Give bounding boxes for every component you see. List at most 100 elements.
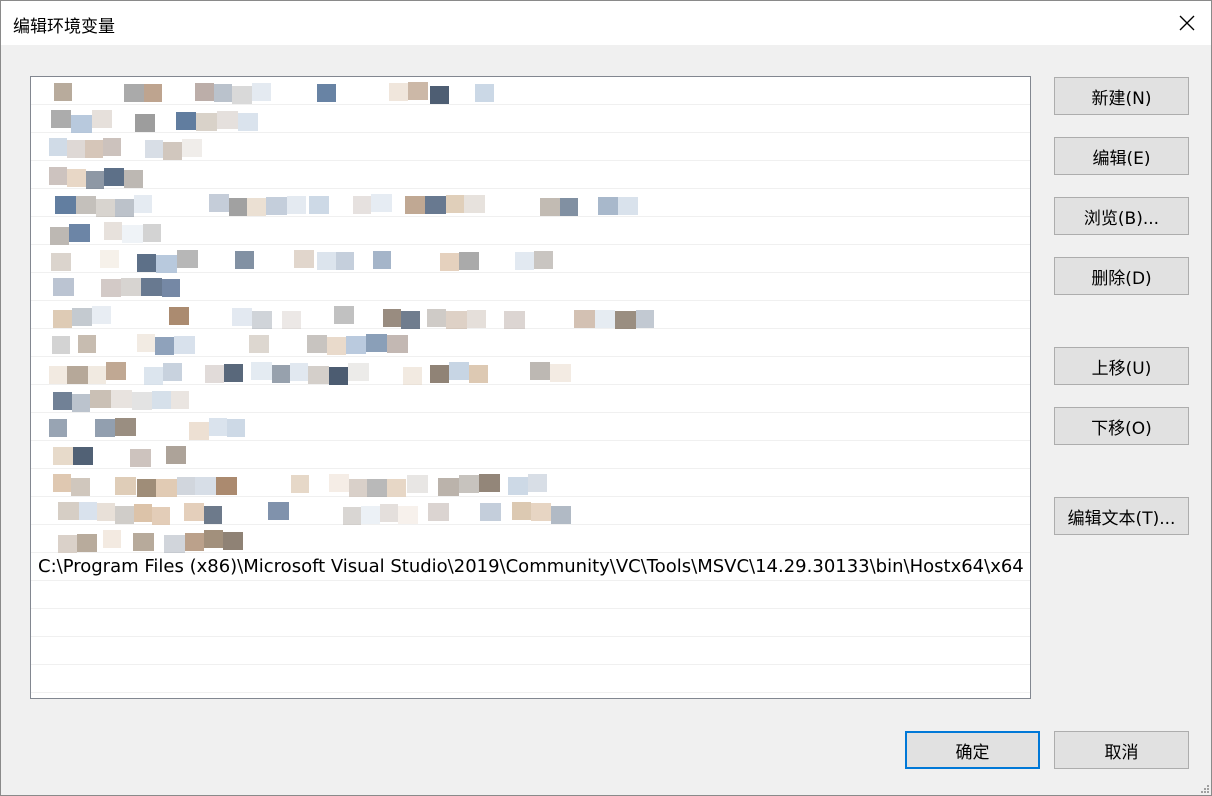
redacted-entry[interactable] xyxy=(31,357,1030,385)
pixel-block xyxy=(52,336,70,354)
pixel-block xyxy=(560,198,578,216)
pixel-block xyxy=(367,479,387,497)
redacted-entry[interactable] xyxy=(31,301,1030,329)
list-item[interactable]: C:\Program Files (x86)\Microsoft Visual … xyxy=(31,553,1030,581)
title-bar: 编辑环境变量 xyxy=(1,1,1211,45)
pixel-block xyxy=(144,367,163,385)
pixel-block xyxy=(287,196,306,214)
move-up-button[interactable]: 上移(U) xyxy=(1054,347,1189,385)
pixel-block xyxy=(438,478,459,496)
pixel-block xyxy=(132,392,152,410)
redacted-entry[interactable] xyxy=(31,525,1030,553)
pixel-block xyxy=(189,422,209,440)
pixel-block xyxy=(595,310,615,328)
pixel-block xyxy=(134,504,152,522)
redacted-entry[interactable] xyxy=(31,441,1030,469)
pixel-block xyxy=(71,115,92,133)
pixel-block xyxy=(249,335,269,353)
pixel-block xyxy=(53,392,72,410)
pixel-block xyxy=(78,335,96,353)
ok-button[interactable]: 确定 xyxy=(905,731,1040,769)
redacted-entry[interactable] xyxy=(31,385,1030,413)
pixel-block xyxy=(247,198,266,216)
edit-text-button[interactable]: 编辑文本(T)... xyxy=(1054,497,1189,535)
pixel-block xyxy=(405,196,425,214)
redacted-entry[interactable] xyxy=(31,217,1030,245)
pixel-block xyxy=(317,84,336,102)
list-row-divider xyxy=(31,665,1030,693)
pixel-block xyxy=(51,253,71,271)
dialog-title: 编辑环境变量 xyxy=(13,17,115,37)
redacted-entry[interactable] xyxy=(31,497,1030,525)
pixel-block xyxy=(130,449,151,467)
redacted-entry[interactable] xyxy=(31,329,1030,357)
redacted-entry[interactable] xyxy=(31,77,1030,105)
pixel-block xyxy=(58,535,77,553)
pixel-block xyxy=(398,506,418,524)
redacted-entry[interactable] xyxy=(31,413,1030,441)
pixel-block xyxy=(389,83,408,101)
cancel-button[interactable]: 取消 xyxy=(1054,731,1189,769)
pixel-block xyxy=(317,252,336,270)
pixel-block xyxy=(111,390,132,408)
redacted-entry[interactable] xyxy=(31,245,1030,273)
edit-button[interactable]: 编辑(E) xyxy=(1054,137,1189,175)
pixel-block xyxy=(71,478,90,496)
pixel-block xyxy=(598,197,618,215)
pixel-block xyxy=(209,418,227,436)
redacted-entry[interactable] xyxy=(31,469,1030,497)
redacted-entry[interactable] xyxy=(31,189,1030,217)
pixel-block xyxy=(152,391,171,409)
path-entries-list[interactable]: C:\Program Files (x86)\Microsoft Visual … xyxy=(30,76,1031,699)
pixel-block xyxy=(137,479,156,497)
pixel-block xyxy=(272,365,290,383)
close-button[interactable] xyxy=(1163,1,1211,45)
pixel-block xyxy=(217,111,238,129)
pixel-block xyxy=(528,474,547,492)
redacted-entry[interactable] xyxy=(31,273,1030,301)
pixel-block xyxy=(121,278,141,296)
pixel-block xyxy=(166,446,186,464)
pixel-block xyxy=(480,503,501,521)
browse-button[interactable]: 浏览(B)... xyxy=(1054,197,1189,235)
pixel-block xyxy=(96,199,115,217)
pixel-block xyxy=(204,530,223,548)
pixel-block xyxy=(459,252,479,270)
pixel-block xyxy=(475,84,494,102)
pixel-block xyxy=(446,311,467,329)
pixel-block xyxy=(72,394,90,412)
new-button[interactable]: 新建(N) xyxy=(1054,77,1189,115)
pixel-block xyxy=(307,335,327,353)
pixel-block xyxy=(291,475,309,493)
path-entry-text: C:\Program Files (x86)\Microsoft Visual … xyxy=(38,556,1024,577)
resize-grip-icon[interactable] xyxy=(1199,783,1209,793)
pixel-block xyxy=(97,503,115,521)
redacted-entry[interactable] xyxy=(31,161,1030,189)
pixel-block xyxy=(79,502,97,520)
redacted-entry[interactable] xyxy=(31,133,1030,161)
pixel-block xyxy=(50,227,69,245)
pixel-block xyxy=(361,506,380,524)
pixel-block xyxy=(530,362,550,380)
pixel-block xyxy=(282,311,301,329)
redacted-entry[interactable] xyxy=(31,105,1030,133)
pixel-block xyxy=(115,506,134,524)
pixel-block xyxy=(103,530,121,548)
pixel-block xyxy=(100,250,119,268)
pixel-block xyxy=(143,224,161,242)
pixel-block xyxy=(141,278,162,296)
pixel-block xyxy=(88,366,106,384)
pixel-block xyxy=(115,199,134,217)
pixel-block xyxy=(232,86,252,104)
pixel-block xyxy=(176,112,196,130)
pixel-block xyxy=(464,195,485,213)
pixel-block xyxy=(251,362,272,380)
pixel-block xyxy=(308,366,329,384)
pixel-block xyxy=(467,310,486,328)
move-down-button[interactable]: 下移(O) xyxy=(1054,407,1189,445)
pixel-block xyxy=(469,365,488,383)
pixel-block xyxy=(171,391,189,409)
pixel-block xyxy=(618,197,638,215)
pixel-block xyxy=(329,367,348,385)
delete-button[interactable]: 删除(D) xyxy=(1054,257,1189,295)
